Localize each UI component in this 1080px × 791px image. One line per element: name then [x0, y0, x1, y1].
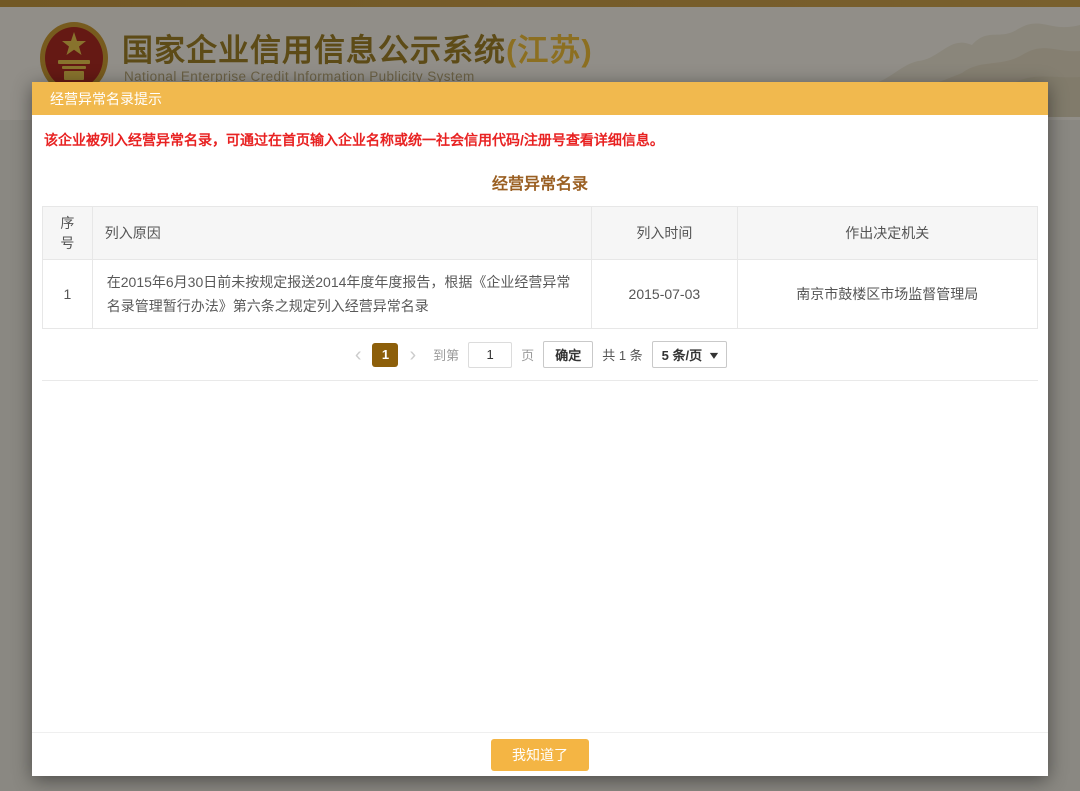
warning-text: 该企业被列入经营异常名录，可通过在首页输入企业名称或统一社会信用代码/注册号查看… — [42, 115, 1038, 156]
current-page-button[interactable]: 1 — [372, 343, 398, 367]
page-size-select[interactable]: 5 条/页 ▾ — [652, 341, 728, 368]
table-header-row: 序号 列入原因 列入时间 作出决定机关 — [43, 207, 1038, 260]
table-title: 经营异常名录 — [42, 156, 1038, 206]
pagination: ‹ 1 › 到第 页 确定 共 1 条 5 条/页 ▾ — [42, 329, 1038, 368]
table-row: 1 在2015年6月30日前未按规定报送2014年度年度报告，根据《企业经营异常… — [43, 260, 1038, 329]
next-page-icon[interactable]: › — [407, 345, 418, 365]
col-header-date: 列入时间 — [592, 207, 737, 260]
cell-reason: 在2015年6月30日前未按规定报送2014年度年度报告，根据《企业经营异常名录… — [92, 260, 591, 329]
abnormal-list-table: 序号 列入原因 列入时间 作出决定机关 1 在2015年6月30日前未按规定报送… — [42, 206, 1038, 329]
goto-confirm-button[interactable]: 确定 — [543, 341, 593, 368]
modal-footer: 我知道了 — [32, 732, 1048, 776]
table-container: 序号 列入原因 列入时间 作出决定机关 1 在2015年6月30日前未按规定报送… — [42, 206, 1038, 381]
chevron-down-icon: ▾ — [710, 348, 718, 362]
col-header-seq: 序号 — [43, 207, 93, 260]
col-header-reason: 列入原因 — [92, 207, 591, 260]
col-header-authority: 作出决定机关 — [737, 207, 1038, 260]
modal-titlebar: 经营异常名录提示 — [32, 82, 1048, 115]
modal-body: 该企业被列入经营异常名录，可通过在首页输入企业名称或统一社会信用代码/注册号查看… — [32, 115, 1048, 381]
page: 国家企业信用信息公示系统(江苏) National Enterprise Cre… — [0, 0, 1080, 791]
cell-date: 2015-07-03 — [592, 260, 737, 329]
goto-page-input[interactable] — [468, 342, 512, 368]
modal-title: 经营异常名录提示 — [50, 89, 162, 109]
abnormal-list-modal: 经营异常名录提示 该企业被列入经营异常名录，可通过在首页输入企业名称或统一社会信… — [32, 82, 1048, 776]
page-size-value: 5 条/页 — [662, 345, 702, 364]
goto-page-label: 到第 — [433, 345, 459, 364]
page-unit-label: 页 — [521, 345, 534, 364]
prev-page-icon[interactable]: ‹ — [353, 345, 364, 365]
cell-seq: 1 — [43, 260, 93, 329]
acknowledge-button[interactable]: 我知道了 — [491, 739, 589, 771]
cell-authority: 南京市鼓楼区市场监督管理局 — [737, 260, 1038, 329]
total-count-label: 共 1 条 — [602, 345, 642, 364]
